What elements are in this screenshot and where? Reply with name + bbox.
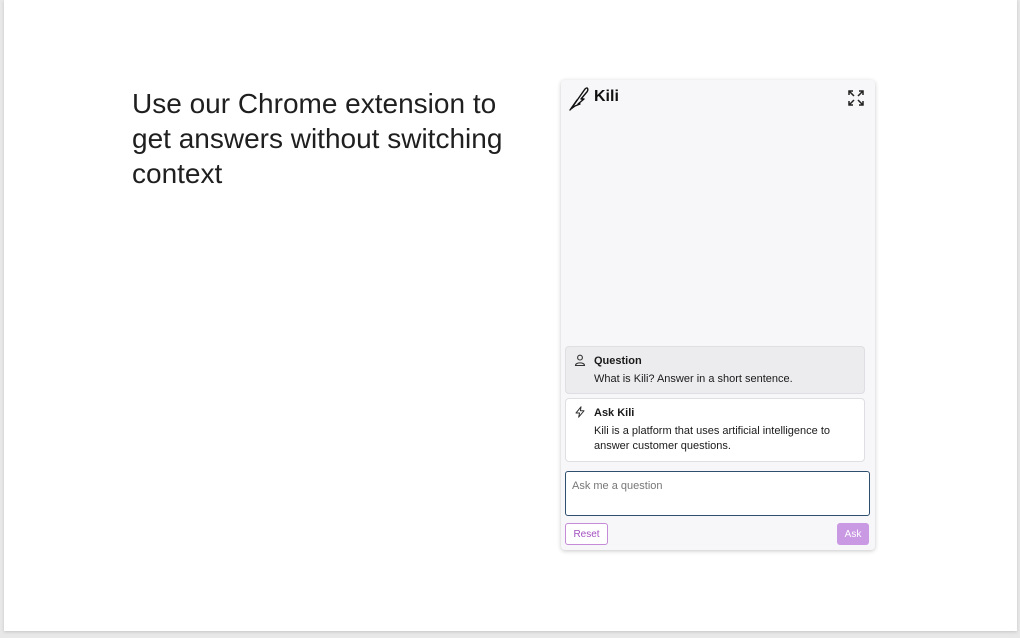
- question-text: What is Kili? Answer in a short sentence…: [594, 373, 793, 385]
- answer-title: Ask Kili: [594, 407, 635, 419]
- feather-icon: [569, 87, 589, 111]
- question-input[interactable]: [565, 471, 870, 516]
- person-icon: [574, 354, 586, 366]
- headline: Use our Chrome extension to get answers …: [132, 88, 503, 189]
- reset-button[interactable]: Reset: [565, 523, 608, 545]
- panel-header: Kili: [561, 80, 875, 116]
- question-title: Question: [594, 355, 642, 367]
- answer-message: Ask Kili Kili is a platform that uses ar…: [565, 398, 865, 462]
- app-title: Kili: [594, 88, 619, 105]
- question-message: Question What is Kili? Answer in a short…: [565, 346, 865, 394]
- extension-panel: Kili Question What is Kili? Answer in a …: [561, 80, 875, 550]
- lightning-icon: [575, 406, 585, 418]
- slide: Use our Chrome extension to get answers …: [4, 0, 1017, 631]
- answer-text: Kili is a platform that uses artificial …: [594, 425, 830, 452]
- ask-button[interactable]: Ask: [837, 523, 869, 545]
- expand-icon[interactable]: [847, 89, 865, 107]
